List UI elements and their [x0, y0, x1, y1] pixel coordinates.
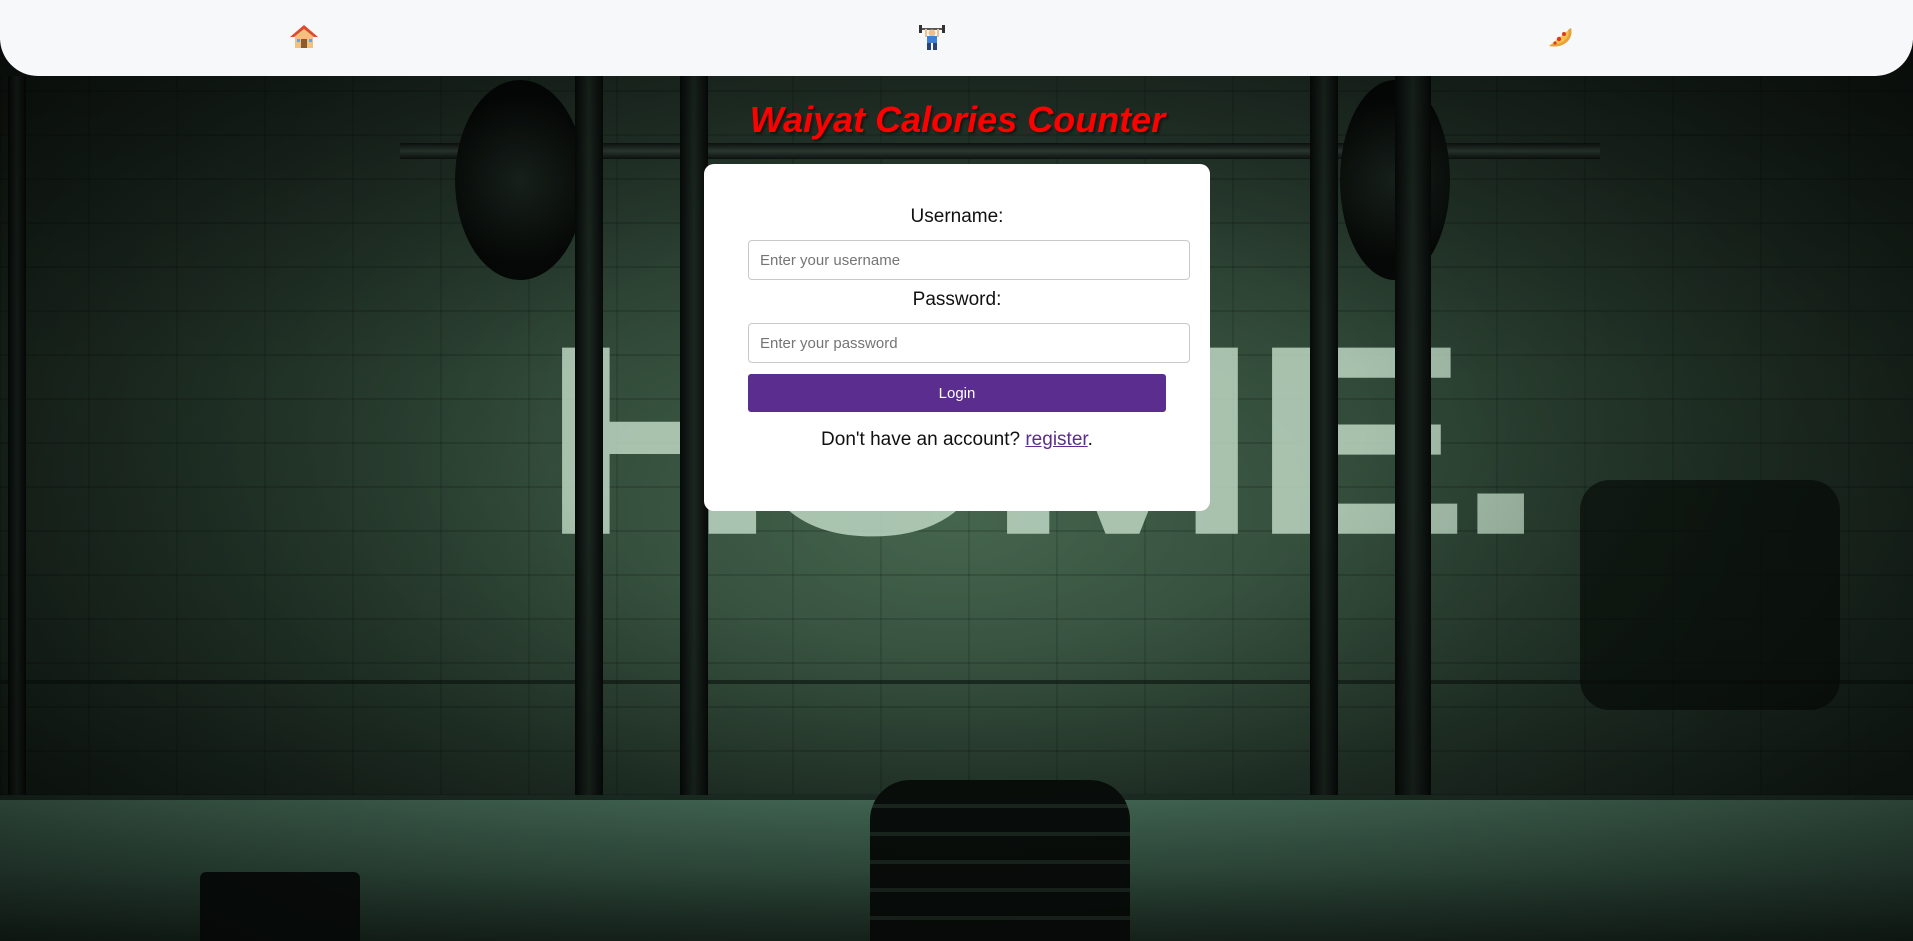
password-label: Password:	[912, 289, 1002, 310]
password-input[interactable]	[748, 323, 1190, 363]
top-navbar	[0, 0, 1913, 76]
login-button[interactable]: Login	[748, 374, 1166, 412]
register-link[interactable]: register	[1025, 429, 1087, 450]
pizza-icon-graphic	[1549, 28, 1572, 47]
weightlifter-icon[interactable]	[917, 22, 947, 52]
login-card: Username: Password: Login Don't have an …	[704, 164, 1210, 511]
register-prompt-text: Don't have an account?	[821, 429, 1026, 450]
username-input[interactable]	[748, 240, 1190, 280]
pizza-icon[interactable]	[1545, 22, 1575, 52]
register-suffix: .	[1087, 429, 1093, 450]
page-title: Waiyat Calories Counter	[749, 99, 1166, 140]
username-label: Username:	[910, 206, 1004, 227]
house-icon[interactable]	[289, 22, 319, 52]
weightlifter-icon-graphic	[919, 25, 945, 50]
register-prompt: Don't have an account? register.	[704, 429, 1210, 451]
house-icon-graphic	[290, 25, 318, 48]
